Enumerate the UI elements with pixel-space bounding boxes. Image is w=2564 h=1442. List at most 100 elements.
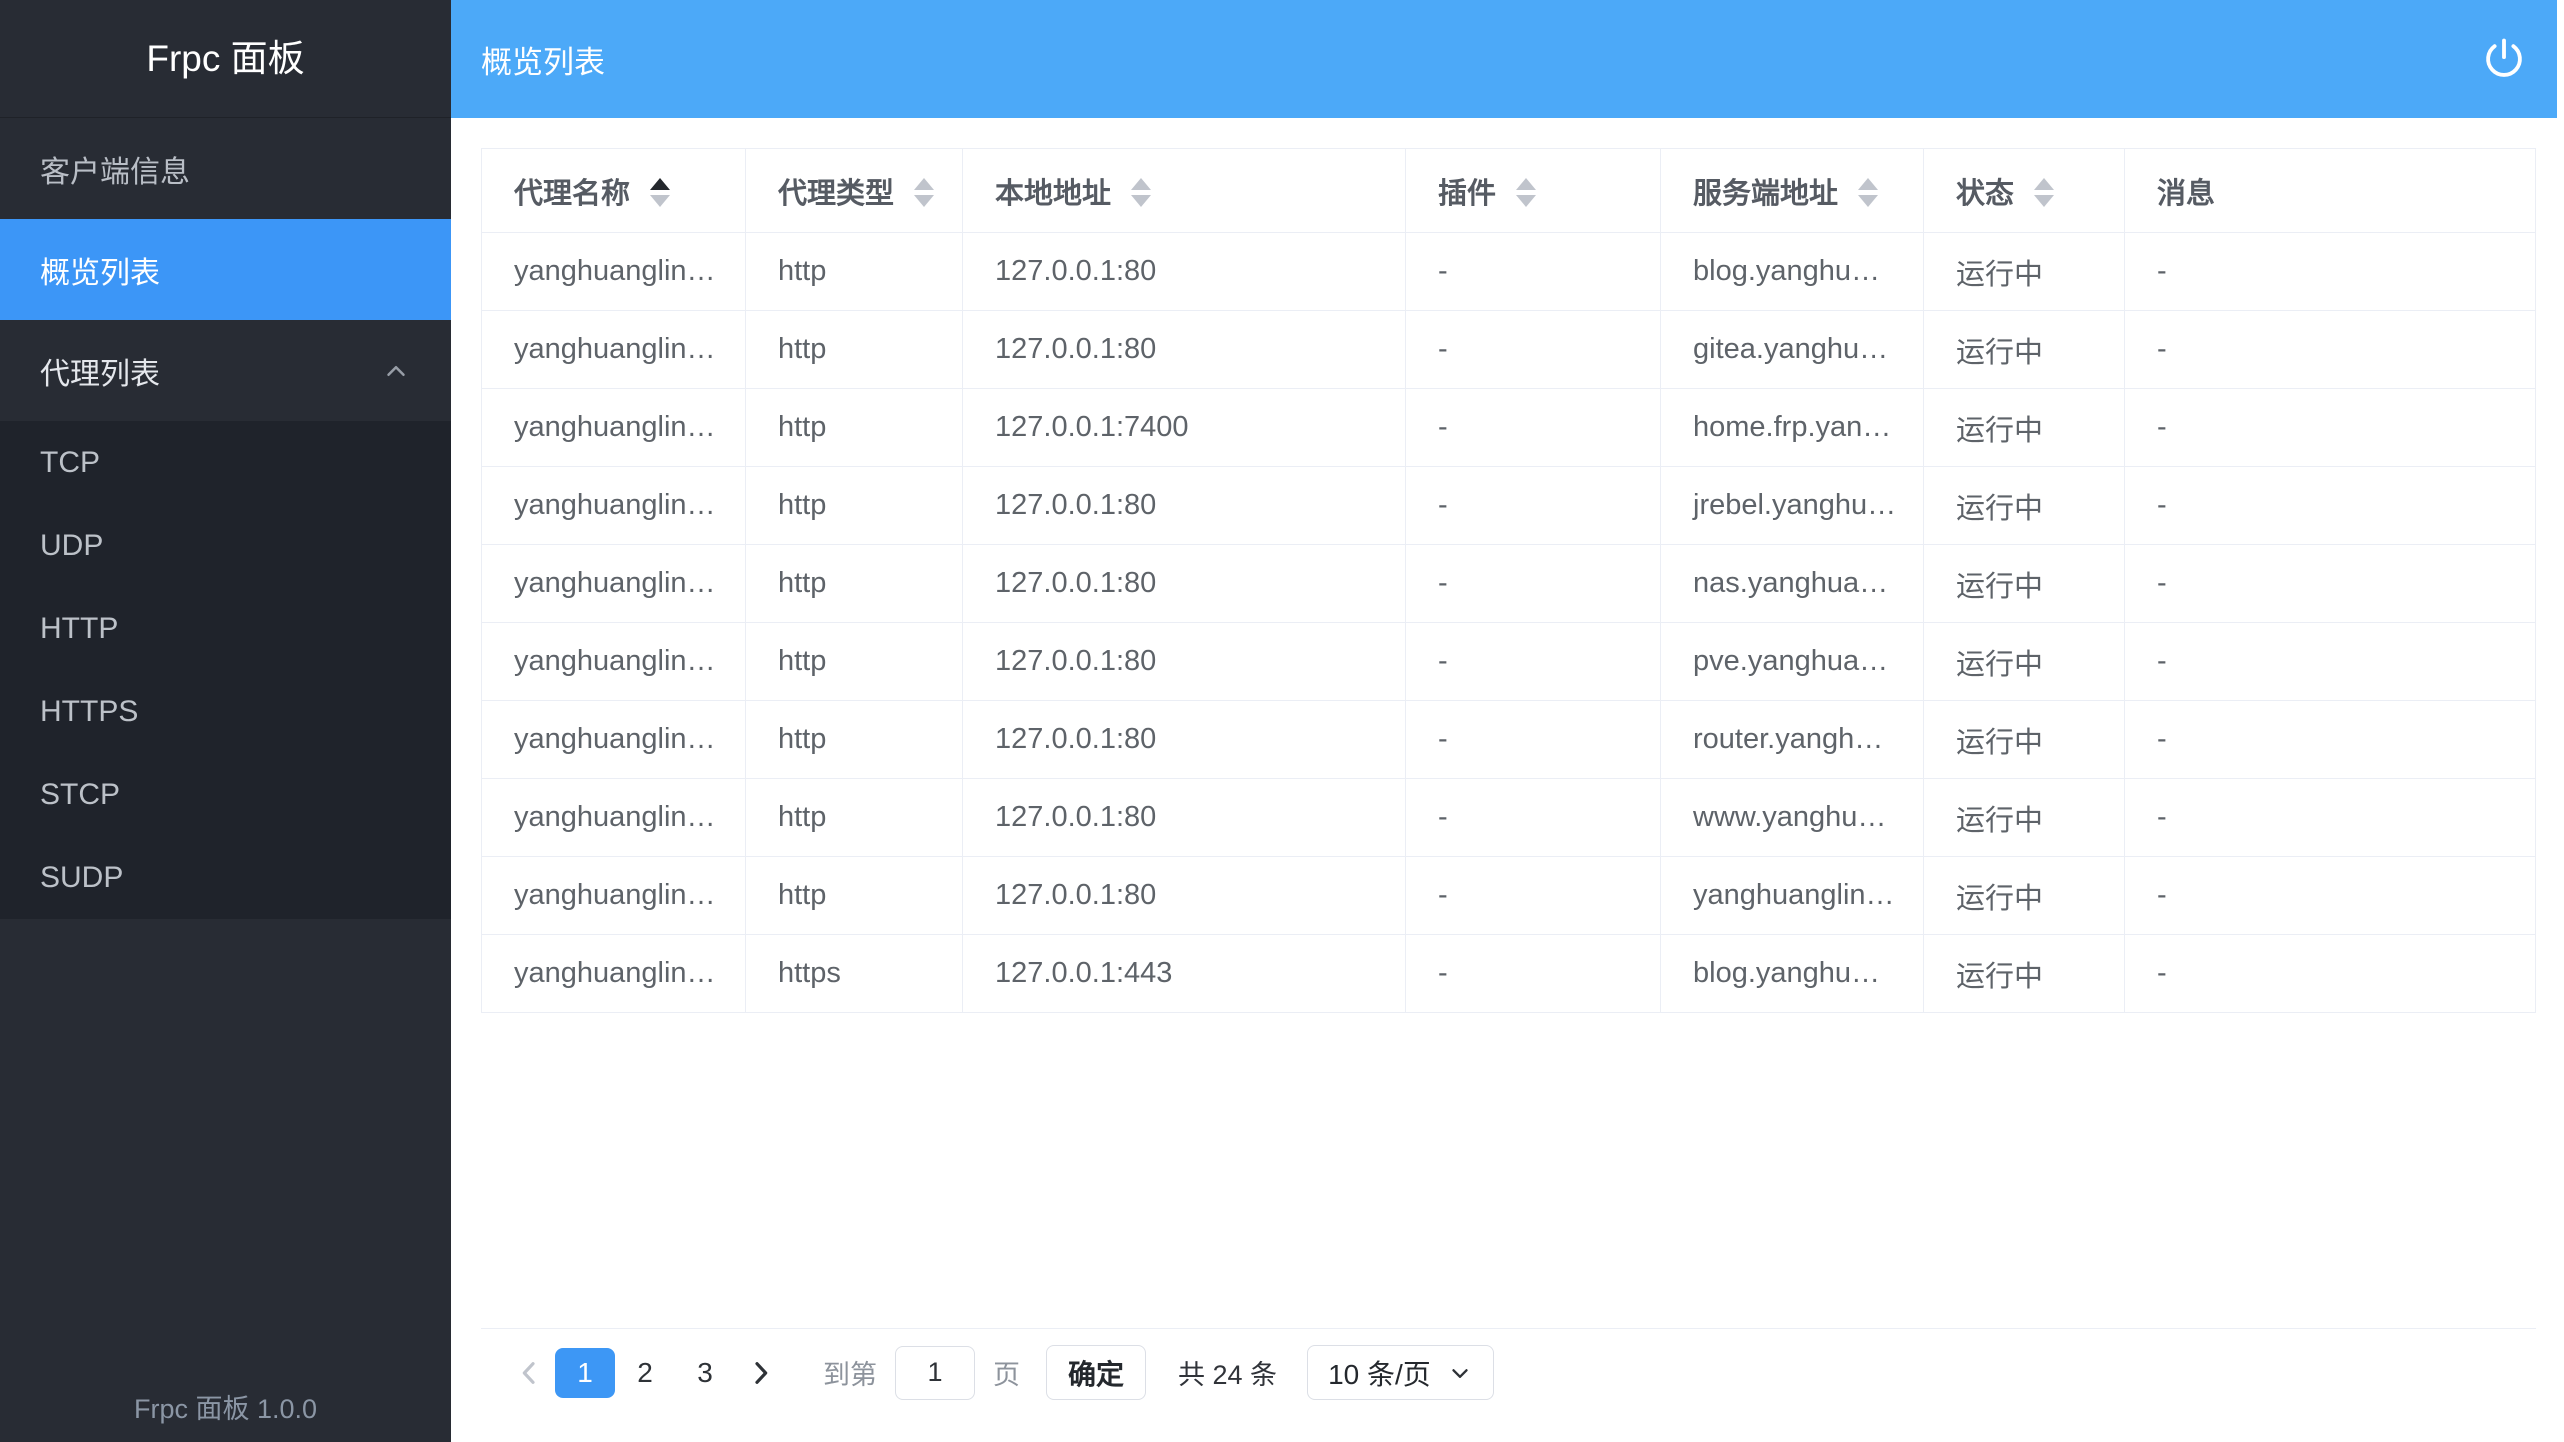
next-page-button[interactable] — [735, 1357, 787, 1389]
content-area: 代理名称 代理类型 本地地址 插件 — [451, 118, 2557, 1442]
sidebar-item-stcp[interactable]: STCP — [0, 753, 451, 836]
cell-message: - — [2125, 311, 2536, 389]
prev-page-button[interactable] — [503, 1357, 555, 1389]
cell-proxy-type: http — [746, 311, 963, 389]
table-row: yanghuanglin… http 127.0.0.1:80 - jrebel… — [482, 467, 2536, 545]
cell-message: - — [2125, 389, 2536, 467]
table-row: yanghuanglin… http 127.0.0.1:7400 - home… — [482, 389, 2536, 467]
column-header-proxy-name[interactable]: 代理名称 — [482, 149, 746, 233]
cell-proxy-type: http — [746, 701, 963, 779]
cell-local-address: 127.0.0.1:7400 — [963, 389, 1406, 467]
cell-proxy-type: http — [746, 857, 963, 935]
cell-proxy-name: yanghuanglin… — [482, 857, 746, 935]
cell-proxy-name: yanghuanglin… — [482, 935, 746, 1013]
cell-local-address: 127.0.0.1:443 — [963, 935, 1406, 1013]
cell-proxy-type: https — [746, 935, 963, 1013]
column-header-server-address[interactable]: 服务端地址 — [1661, 149, 1924, 233]
cell-local-address: 127.0.0.1:80 — [963, 311, 1406, 389]
sidebar-item-proxy-list[interactable]: 代理列表 — [0, 320, 451, 421]
cell-message: - — [2125, 545, 2536, 623]
goto-page-input[interactable] — [895, 1346, 975, 1400]
column-header-plugin[interactable]: 插件 — [1406, 149, 1661, 233]
proxy-table: 代理名称 代理类型 本地地址 插件 — [481, 148, 2536, 1013]
cell-server-address: pve.yanghua… — [1661, 623, 1924, 701]
column-label: 代理名称 — [514, 178, 630, 210]
sort-carets-icon — [1858, 178, 1878, 207]
cell-status: 运行中 — [1924, 623, 2125, 701]
cell-proxy-name: yanghuanglin… — [482, 311, 746, 389]
column-header-status[interactable]: 状态 — [1924, 149, 2125, 233]
cell-proxy-type: http — [746, 545, 963, 623]
cell-proxy-name: yanghuanglin… — [482, 233, 746, 311]
confirm-button[interactable]: 确定 — [1046, 1345, 1146, 1400]
table-row: yanghuanglin… http 127.0.0.1:80 - router… — [482, 701, 2536, 779]
menu-item-label: UDP — [40, 529, 103, 563]
sidebar-item-sudp[interactable]: SUDP — [0, 836, 451, 919]
sidebar-item-udp[interactable]: UDP — [0, 504, 451, 587]
cell-message: - — [2125, 233, 2536, 311]
sidebar-item-tcp[interactable]: TCP — [0, 421, 451, 504]
page-unit-label: 页 — [993, 1353, 1020, 1392]
sort-carets-icon — [650, 178, 670, 207]
cell-server-address: home.frp.yan… — [1661, 389, 1924, 467]
page-button-2[interactable]: 2 — [615, 1348, 675, 1398]
sidebar-item-overview[interactable]: 概览列表 — [0, 219, 451, 320]
chevron-left-icon — [513, 1357, 545, 1389]
power-icon — [2481, 36, 2527, 82]
column-header-proxy-type[interactable]: 代理类型 — [746, 149, 963, 233]
cell-message: - — [2125, 623, 2536, 701]
cell-plugin: - — [1406, 623, 1661, 701]
cell-server-address: www.yanghu… — [1661, 779, 1924, 857]
cell-local-address: 127.0.0.1:80 — [963, 233, 1406, 311]
menu-item-label: 概览列表 — [40, 248, 160, 292]
sidebar-menu: 客户端信息 概览列表 代理列表 TCP UDP HTTP HTTPS STCP … — [0, 118, 451, 919]
table-row: yanghuanglin… http 127.0.0.1:80 - yanghu… — [482, 857, 2536, 935]
menu-item-label: SUDP — [40, 861, 123, 895]
cell-status: 运行中 — [1924, 701, 2125, 779]
cell-plugin: - — [1406, 857, 1661, 935]
cell-server-address: yanghuanglin… — [1661, 857, 1924, 935]
cell-server-address: gitea.yanghu… — [1661, 311, 1924, 389]
column-header-local-address[interactable]: 本地地址 — [963, 149, 1406, 233]
cell-local-address: 127.0.0.1:80 — [963, 467, 1406, 545]
page-button-3[interactable]: 3 — [675, 1348, 735, 1398]
cell-local-address: 127.0.0.1:80 — [963, 779, 1406, 857]
power-button[interactable] — [2481, 36, 2527, 82]
table-row: yanghuanglin… http 127.0.0.1:80 - blog.y… — [482, 233, 2536, 311]
cell-plugin: - — [1406, 389, 1661, 467]
goto-page-label: 到第 — [823, 1353, 877, 1392]
cell-plugin: - — [1406, 935, 1661, 1013]
page-size-select[interactable]: 10 条/页 — [1307, 1345, 1494, 1400]
cell-proxy-name: yanghuanglin… — [482, 389, 746, 467]
cell-proxy-type: http — [746, 779, 963, 857]
cell-server-address: router.yangh… — [1661, 701, 1924, 779]
sidebar-item-http[interactable]: HTTP — [0, 587, 451, 670]
total-count-label: 共 24 条 — [1178, 1353, 1277, 1392]
cell-plugin: - — [1406, 467, 1661, 545]
cell-plugin: - — [1406, 233, 1661, 311]
sidebar-item-client-info[interactable]: 客户端信息 — [0, 118, 451, 219]
sidebar-item-https[interactable]: HTTPS — [0, 670, 451, 753]
cell-proxy-name: yanghuanglin… — [482, 701, 746, 779]
cell-status: 运行中 — [1924, 545, 2125, 623]
cell-local-address: 127.0.0.1:80 — [963, 857, 1406, 935]
cell-proxy-type: http — [746, 233, 963, 311]
cell-message: - — [2125, 935, 2536, 1013]
cell-status: 运行中 — [1924, 779, 2125, 857]
column-label: 插件 — [1438, 178, 1496, 210]
sort-carets-icon — [1516, 178, 1536, 207]
cell-message: - — [2125, 857, 2536, 935]
cell-message: - — [2125, 701, 2536, 779]
sort-carets-icon — [1131, 178, 1151, 207]
column-label: 状态 — [1956, 178, 2014, 210]
cell-server-address: jrebel.yanghu… — [1661, 467, 1924, 545]
cell-plugin: - — [1406, 311, 1661, 389]
menu-item-label: HTTP — [40, 612, 118, 646]
cell-status: 运行中 — [1924, 857, 2125, 935]
cell-proxy-name: yanghuanglin… — [482, 545, 746, 623]
cell-proxy-type: http — [746, 389, 963, 467]
proxy-type-submenu: TCP UDP HTTP HTTPS STCP SUDP — [0, 421, 451, 919]
page-button-1[interactable]: 1 — [555, 1348, 615, 1398]
table-row: yanghuanglin… http 127.0.0.1:80 - www.ya… — [482, 779, 2536, 857]
menu-item-label: STCP — [40, 778, 120, 812]
